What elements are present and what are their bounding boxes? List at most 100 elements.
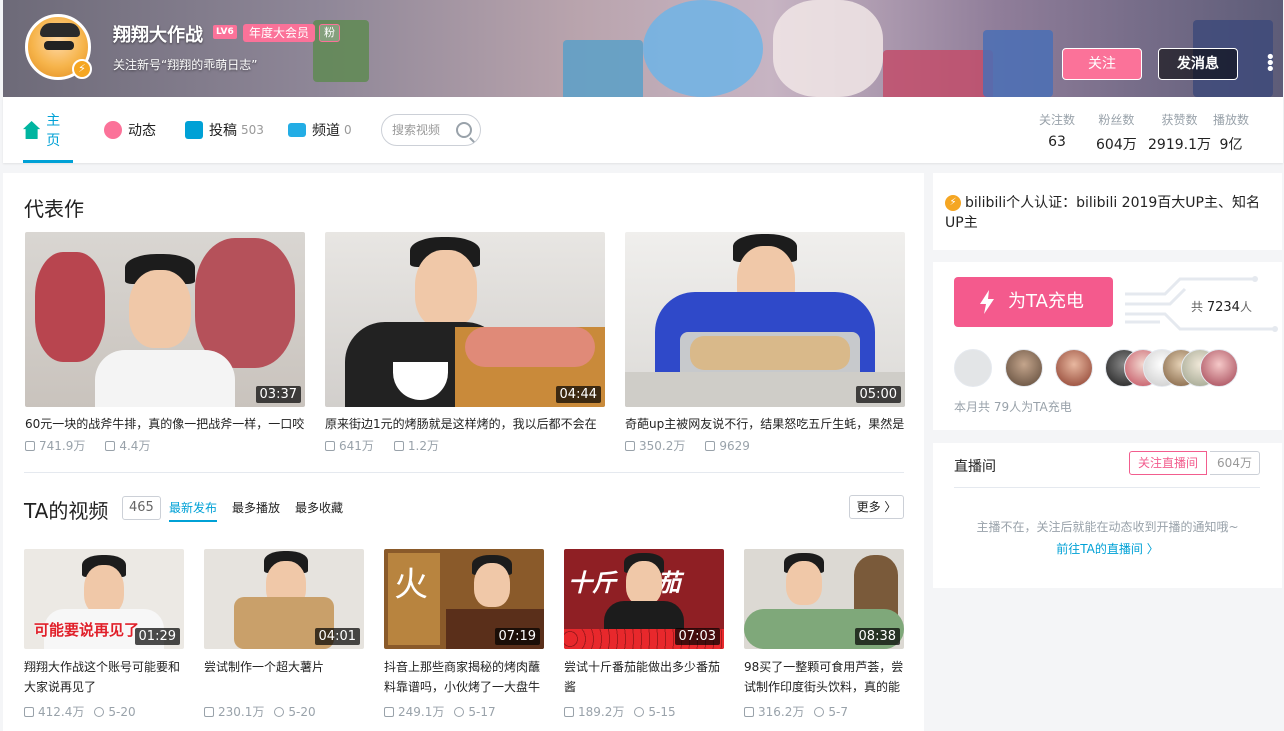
person-face [84, 565, 124, 615]
tab-home[interactable]: 主页 [23, 97, 73, 163]
play-count: 189.2万 [578, 705, 625, 719]
stat-followers[interactable]: 粉丝数 604万 [1096, 111, 1137, 154]
clock-icon [94, 706, 105, 717]
stat-following[interactable]: 关注数 63 [1039, 111, 1075, 150]
avatar[interactable]: ⚡ [25, 14, 92, 80]
video-card[interactable]: 04:01 尝试制作一个超大薯片 230.1万 5-20 [204, 549, 364, 720]
go-to-live-room-link[interactable]: 前往TA的直播间 〉 [933, 540, 1282, 557]
search-icon[interactable] [456, 122, 472, 138]
video-card[interactable]: 火 07:19 抖音上那些商家揭秘的烤肉蘸料靠谱吗，小伙烤了一大盘牛 249.1… [384, 549, 544, 720]
play-count: 641万 [339, 439, 374, 453]
sort-most-favorited[interactable]: 最多收藏 [295, 499, 343, 516]
follow-live-button[interactable]: 关注直播间 [1129, 451, 1208, 475]
video-title[interactable]: 奇葩up主被网友说不行，结果怒吃五斤生蚝，果然是 [625, 415, 905, 431]
video-title[interactable]: 尝试制作一个超大薯片 [204, 657, 364, 697]
person-face [626, 561, 662, 605]
more-videos-button[interactable]: 更多 〉 [849, 495, 904, 519]
upload-date: 5-15 [648, 704, 676, 719]
live-follower-count: 604万 [1210, 451, 1260, 475]
stat-label: 播放数 [1213, 113, 1250, 127]
vip-badge[interactable]: 年度大会员 [243, 24, 316, 42]
follow-button[interactable]: 关注 [1062, 48, 1142, 80]
video-title[interactable]: 60元一块的战斧牛排，真的像一把战斧一样，一口咬 [25, 415, 305, 431]
stat-value: 9亿 [1219, 137, 1243, 153]
video-card[interactable]: 十斤 番茄 07:03 尝试十斤番茄能做出多少番茄酱 189.2万 5-15 [564, 549, 724, 720]
charger-avatar[interactable] [1005, 349, 1043, 387]
sort-most-played[interactable]: 最多播放 [232, 499, 280, 516]
danmaku-icon [705, 440, 716, 451]
charge-total: 共 7234人 [1191, 298, 1252, 315]
home-icon [23, 121, 41, 139]
video-thumbnail[interactable]: 03:37 [25, 232, 305, 407]
play-count: 316.2万 [758, 705, 805, 719]
upload-date: 5-17 [468, 704, 496, 719]
video-card[interactable]: 可能要说再见了 01:29 翔翔大作战这个账号可能要和大家说再见了 412.4万… [24, 549, 184, 720]
play-count-icon [24, 706, 34, 717]
charge-total-value: 7234 [1206, 300, 1240, 315]
more-options-icon[interactable]: • • • [1265, 49, 1276, 79]
live-offline-message: 主播不在，关注后就能在动态收到开播的通知哦~ [976, 520, 1239, 534]
video-duration: 07:19 [494, 628, 540, 645]
video-thumbnail[interactable]: 十斤 番茄 07:03 [564, 549, 724, 649]
video-thumbnail[interactable]: 05:00 [625, 232, 905, 407]
charger-avatar[interactable] [954, 349, 992, 387]
masterpiece-video-card[interactable]: 03:37 60元一块的战斧牛排，真的像一把战斧一样，一口咬 741.9万 4.… [25, 232, 305, 454]
video-title[interactable]: 翔翔大作战这个账号可能要和大家说再见了 [24, 657, 184, 697]
charger-avatar[interactable] [1200, 349, 1238, 387]
danmaku-icon [105, 440, 116, 451]
tab-channels[interactable]: 频道 0 [288, 97, 352, 163]
charge-button[interactable]: 为TA充电 [954, 277, 1113, 327]
tab-label: 动态 [128, 123, 156, 139]
play-count-icon [384, 706, 394, 717]
tab-label: 频道 [312, 123, 340, 139]
stat-likes: 获赞数 2919.1万 [1148, 111, 1211, 154]
videos-title: TA的视频 [24, 499, 109, 523]
video-title[interactable]: 原来街边1元的烤肠就是这样烤的，我以后都不会在 [325, 415, 605, 431]
tab-dynamic[interactable]: 动态 [104, 97, 156, 163]
search-placeholder: 搜索视频 [392, 123, 441, 137]
video-thumbnail[interactable]: 04:01 [204, 549, 364, 649]
masterpiece-title: 代表作 [24, 197, 84, 221]
play-count-icon [744, 706, 754, 717]
fan-badge[interactable]: 粉 [319, 24, 340, 42]
thumbnail-overlay-text: 火 [394, 565, 428, 605]
video-thumbnail[interactable]: 04:44 [325, 232, 605, 407]
charger-avatar[interactable] [1055, 349, 1093, 387]
stat-label: 粉丝数 [1098, 113, 1135, 127]
video-duration: 07:03 [674, 628, 720, 645]
search-input[interactable]: 搜索视频 [381, 114, 481, 146]
stat-label: 关注数 [1039, 113, 1076, 127]
verified-bolt-icon: ⚡ [72, 59, 92, 79]
charge-total-prefix: 共 [1191, 300, 1204, 314]
person-face [474, 563, 510, 607]
video-duration: 08:38 [854, 628, 900, 645]
video-card[interactable]: 08:38 98买了一整颗可食用芦荟，尝试制作印度街头饮料，真的能 316.2万… [744, 549, 904, 720]
oysters [690, 336, 850, 370]
video-thumbnail[interactable]: 可能要说再见了 01:29 [24, 549, 184, 649]
video-title[interactable]: 98买了一整颗可食用芦荟，尝试制作印度街头饮料，真的能 [744, 657, 904, 697]
charge-month-note: 本月共 79人为TA充电 [954, 400, 1072, 414]
dynamic-icon [104, 121, 122, 139]
person-face [415, 250, 477, 328]
video-meta: 741.9万 4.4万 [25, 437, 305, 454]
masterpiece-video-card[interactable]: 04:44 原来街边1元的烤肠就是这样烤的，我以后都不会在 641万 1.2万 [325, 232, 605, 454]
video-thumbnail[interactable]: 08:38 [744, 549, 904, 649]
danmaku-count: 4.4万 [119, 439, 151, 453]
signature: 关注新号“翔翔的乖萌日志” [113, 58, 258, 72]
message-button[interactable]: 发消息 [1158, 48, 1238, 80]
video-thumbnail[interactable]: 火 07:19 [384, 549, 544, 649]
stat-label: 获赞数 [1161, 113, 1198, 127]
play-count-icon [625, 440, 635, 451]
gift-box-decoration [563, 40, 643, 97]
live-room-title: 直播间 [954, 459, 996, 475]
video-meta: 189.2万 5-15 [564, 703, 724, 720]
certification-card: ⚡ bilibili个人认证：bilibili 2019百大UP主、知名UP主 [933, 173, 1282, 250]
tab-submissions[interactable]: 投稿 503 [185, 97, 264, 163]
live-divider [954, 487, 1260, 488]
sort-latest[interactable]: 最新发布 [169, 499, 218, 522]
video-title[interactable]: 尝试十斤番茄能做出多少番茄酱 [564, 657, 724, 697]
video-title[interactable]: 抖音上那些商家揭秘的烤肉蘸料靠谱吗，小伙烤了一大盘牛 [384, 657, 544, 697]
upload-date: 5-20 [288, 704, 316, 719]
play-count: 412.4万 [38, 705, 85, 719]
masterpiece-video-card[interactable]: 05:00 奇葩up主被网友说不行，结果怒吃五斤生蚝，果然是 350.2万 96… [625, 232, 905, 454]
